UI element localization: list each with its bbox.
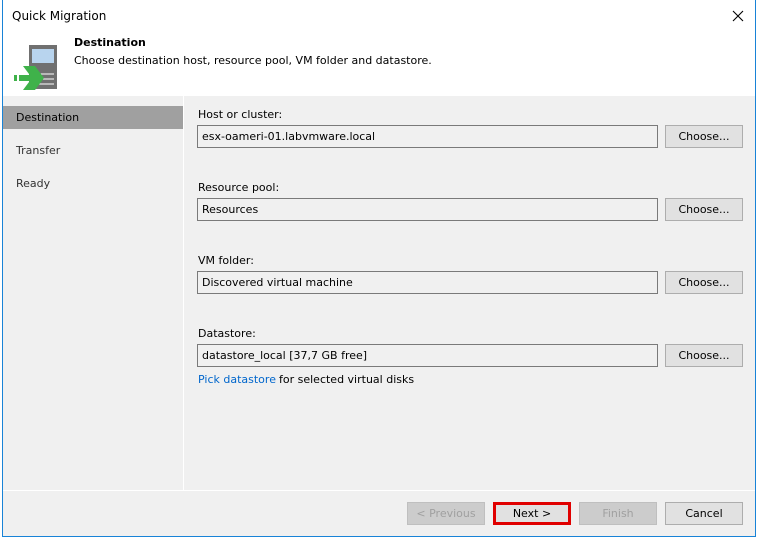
close-button[interactable] <box>721 0 755 32</box>
datastore-label: Datastore: <box>198 327 256 340</box>
host-field[interactable]: esx-oameri-01.labvmware.local <box>197 125 658 148</box>
footer-divider <box>3 490 755 491</box>
migration-server-arrow-icon <box>14 45 57 90</box>
step-description: Choose destination host, resource pool, … <box>74 54 432 67</box>
resource-pool-field[interactable]: Resources <box>197 198 658 221</box>
choose-resource-pool-button[interactable]: Choose... <box>665 198 743 221</box>
cancel-button[interactable]: Cancel <box>665 502 743 525</box>
host-label: Host or cluster: <box>198 108 283 121</box>
window-title: Quick Migration <box>12 9 107 23</box>
vm-folder-label: VM folder: <box>198 254 254 267</box>
previous-button[interactable]: < Previous <box>407 502 485 525</box>
wizard-steps: Destination Transfer Ready <box>3 96 183 490</box>
next-button[interactable]: Next > <box>493 502 571 525</box>
step-transfer[interactable]: Transfer <box>3 139 183 162</box>
choose-datastore-button[interactable]: Choose... <box>665 344 743 367</box>
resource-pool-label: Resource pool: <box>198 181 280 194</box>
close-icon <box>732 10 744 22</box>
step-destination[interactable]: Destination <box>3 106 183 129</box>
finish-button[interactable]: Finish <box>579 502 657 525</box>
step-ready[interactable]: Ready <box>3 172 183 195</box>
choose-host-button[interactable]: Choose... <box>665 125 743 148</box>
vm-folder-field[interactable]: Discovered virtual machine <box>197 271 658 294</box>
destination-form: Host or cluster: esx-oameri-01.labvmware… <box>184 96 755 490</box>
pick-datastore-link[interactable]: Pick datastore <box>198 373 276 386</box>
step-title: Destination <box>74 36 146 49</box>
wizard-header: Destination Choose destination host, res… <box>3 32 755 96</box>
pick-datastore-text: for selected virtual disks <box>279 373 415 386</box>
choose-vm-folder-button[interactable]: Choose... <box>665 271 743 294</box>
title-bar: Quick Migration <box>3 0 755 32</box>
quick-migration-window: Quick Migration Destination Choose desti… <box>2 0 756 537</box>
datastore-field[interactable]: datastore_local [37,7 GB free] <box>197 344 658 367</box>
